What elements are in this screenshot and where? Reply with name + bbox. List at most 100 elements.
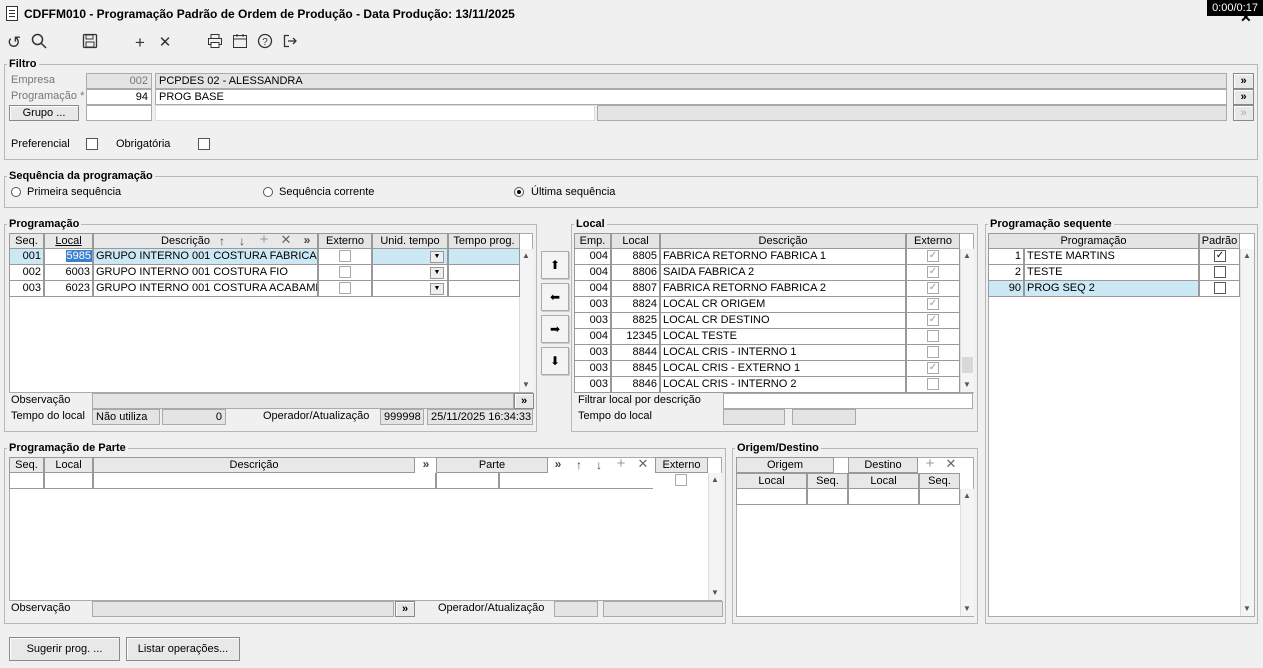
move-up-icon[interactable]: ↑ <box>571 458 587 472</box>
grupo-code-field[interactable] <box>86 105 152 121</box>
table-row-emp[interactable]: 003 <box>574 361 611 377</box>
table-row-emp[interactable]: 004 <box>574 281 611 297</box>
table-row-seq[interactable]: 002 <box>9 265 44 281</box>
parte-observacao-field[interactable] <box>92 601 394 617</box>
externo-checkbox[interactable]: ✓ <box>927 298 939 310</box>
save-icon[interactable] <box>79 33 101 54</box>
add-row-icon[interactable]: + <box>256 232 272 247</box>
observacao-more-button[interactable]: » <box>514 393 534 409</box>
preferencial-checkbox[interactable] <box>86 138 98 150</box>
table-row-desc[interactable] <box>93 473 436 489</box>
table-row-seq[interactable] <box>9 473 44 489</box>
table-row-desc[interactable]: GRUPO INTERNO 001 COSTURA FIO <box>93 265 318 281</box>
programacao-scrollbar[interactable]: ▲ ▼ <box>519 249 533 392</box>
externo-checkbox[interactable] <box>927 330 939 342</box>
arrow-left-button[interactable]: ⬅ <box>541 283 569 311</box>
externo-checkbox[interactable]: ✓ <box>927 282 939 294</box>
table-row-desc[interactable]: LOCAL CR DESTINO <box>660 313 906 329</box>
scroll-up-icon[interactable]: ▲ <box>1241 250 1253 262</box>
dropdown-icon[interactable]: ▼ <box>430 283 444 295</box>
padrao-checkbox[interactable]: ✓ <box>1214 250 1226 262</box>
table-row-desc[interactable]: LOCAL TESTE <box>660 329 906 345</box>
arrow-down-button[interactable]: ⬇ <box>541 347 569 375</box>
radio-ultima[interactable] <box>514 187 524 197</box>
col-descricao[interactable]: Descrição <box>660 233 906 249</box>
arrow-right-button[interactable]: ➡ <box>541 315 569 343</box>
col-seq[interactable]: Seq. <box>9 457 44 473</box>
delete-icon[interactable]: ✕ <box>154 33 176 53</box>
destino-header[interactable]: Destino <box>848 457 918 473</box>
externo-checkbox[interactable] <box>339 282 351 294</box>
table-row-destino-seq[interactable] <box>919 489 960 505</box>
search-icon[interactable] <box>28 33 50 54</box>
parte-observacao-more-button[interactable]: » <box>395 601 415 617</box>
undo-icon[interactable]: ↺ <box>3 33 25 53</box>
expand-icon[interactable]: » <box>299 233 315 247</box>
externo-checkbox[interactable]: ✓ <box>927 266 939 278</box>
dropdown-icon[interactable]: ▼ <box>430 251 444 263</box>
scroll-down-icon[interactable]: ▼ <box>709 587 721 599</box>
table-row-seq[interactable]: 001 <box>9 249 44 265</box>
close-icon[interactable]: ✕ <box>1240 9 1252 26</box>
col-local[interactable]: Local <box>611 233 660 249</box>
table-row-unid-cell[interactable]: ▼ <box>372 249 448 265</box>
table-row-local[interactable]: 8824 <box>611 297 660 313</box>
padrao-checkbox[interactable] <box>1214 266 1226 278</box>
externo-checkbox[interactable] <box>675 474 687 486</box>
arrow-up-button[interactable]: ⬆ <box>541 251 569 279</box>
table-row-local[interactable]: 8825 <box>611 313 660 329</box>
obrigatoria-checkbox[interactable] <box>198 138 210 150</box>
table-row-name[interactable]: TESTE MARTINS <box>1024 249 1199 265</box>
col-emp[interactable]: Emp. <box>574 233 611 249</box>
table-row-emp[interactable]: 004 <box>574 249 611 265</box>
col-externo[interactable]: Externo <box>655 457 708 473</box>
table-row-unid-cell[interactable]: ▼ <box>372 265 448 281</box>
externo-checkbox[interactable] <box>927 346 939 358</box>
table-row-origem-seq[interactable] <box>807 489 848 505</box>
observacao-field[interactable] <box>92 393 514 409</box>
col-programacao[interactable]: Programação <box>988 233 1199 249</box>
table-row-desc[interactable]: LOCAL CRIS - INTERNO 2 <box>660 377 906 393</box>
expand-icon[interactable]: » <box>418 457 434 471</box>
scroll-down-icon[interactable]: ▼ <box>961 603 973 615</box>
table-row-desc[interactable]: FABRICA RETORNO FABRICA 2 <box>660 281 906 297</box>
table-row-name[interactable]: PROG SEQ 2 <box>1024 281 1199 297</box>
table-row-emp[interactable]: 003 <box>574 345 611 361</box>
table-row-parte[interactable] <box>436 473 499 489</box>
calendar-icon[interactable] <box>229 33 251 54</box>
table-row-desc[interactable]: GRUPO INTERNO 001 COSTURA FABRICA <box>93 249 318 265</box>
dropdown-icon[interactable]: ▼ <box>430 267 444 279</box>
filtrar-field[interactable] <box>723 393 973 409</box>
table-row-emp[interactable]: 004 <box>574 265 611 281</box>
parte-scrollbar[interactable]: ▲ ▼ <box>708 473 722 600</box>
delete-row-icon[interactable]: ✕ <box>278 233 294 247</box>
add-row-icon[interactable]: + <box>613 456 629 471</box>
table-row-local[interactable] <box>44 473 93 489</box>
table-row-desc[interactable]: LOCAL CRIS - INTERNO 1 <box>660 345 906 361</box>
col-descricao[interactable]: Descrição <box>93 457 415 473</box>
table-row-local[interactable]: 6023 <box>44 281 93 297</box>
col-origem-seq[interactable]: Seq. <box>807 473 848 489</box>
table-row-num[interactable]: 1 <box>988 249 1024 265</box>
radio-corrente[interactable] <box>263 187 273 197</box>
table-row-desc[interactable]: GRUPO INTERNO 001 COSTURA ACABAMENT <box>93 281 318 297</box>
col-destino-seq[interactable]: Seq. <box>919 473 960 489</box>
table-row-unid-cell[interactable]: ▼ <box>372 281 448 297</box>
externo-checkbox[interactable] <box>927 378 939 390</box>
empresa-more-button[interactable]: » <box>1233 73 1254 89</box>
externo-checkbox[interactable]: ✓ <box>927 250 939 262</box>
table-row-origem-local[interactable] <box>736 489 807 505</box>
table-row-local[interactable]: 8844 <box>611 345 660 361</box>
table-row-parte-desc[interactable] <box>499 473 653 489</box>
programacao-more-button[interactable]: » <box>1233 89 1254 105</box>
table-row-local[interactable]: 8846 <box>611 377 660 393</box>
table-row-emp[interactable]: 004 <box>574 329 611 345</box>
col-local[interactable]: Local <box>44 457 93 473</box>
radio-primeira[interactable] <box>11 187 21 197</box>
scroll-down-icon[interactable]: ▼ <box>1241 603 1253 615</box>
table-row-num[interactable]: 90 <box>988 281 1024 297</box>
table-row-name[interactable]: TESTE <box>1024 265 1199 281</box>
table-row-desc[interactable]: LOCAL CR ORIGEM <box>660 297 906 313</box>
table-row-desc[interactable]: SAIDA FABRICA 2 <box>660 265 906 281</box>
col-destino-local[interactable]: Local <box>848 473 919 489</box>
